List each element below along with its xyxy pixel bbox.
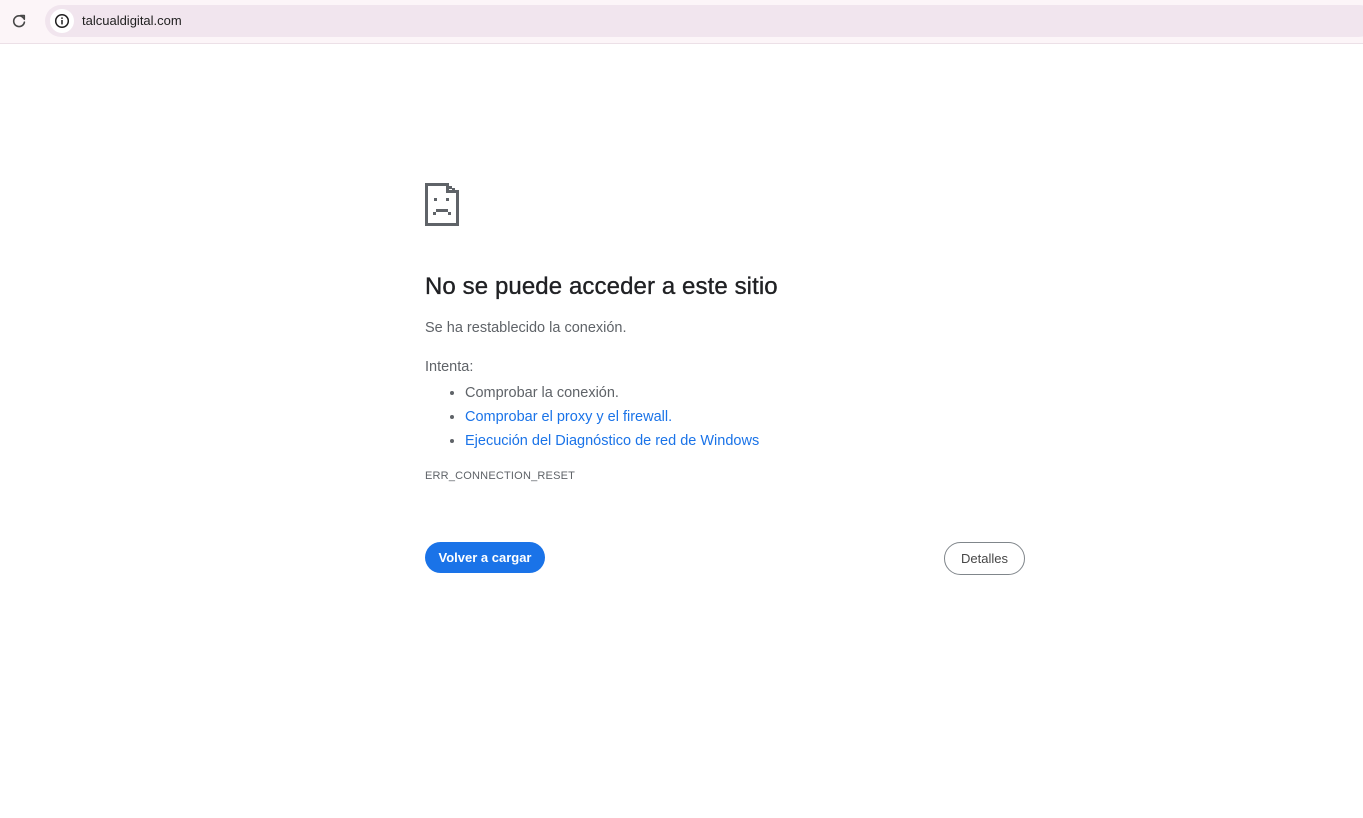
error-summary: Se ha restablecido la conexión. xyxy=(425,320,627,336)
error-heading: No se puede acceder a este sitio xyxy=(425,273,778,300)
suggestion-check-proxy-firewall: Comprobar el proxy y el firewall. xyxy=(465,405,1025,429)
network-diagnostics-link[interactable]: Ejecución del Diagnóstico de red de Wind… xyxy=(465,433,759,449)
sad-page-icon xyxy=(425,183,459,226)
info-icon xyxy=(54,13,70,29)
suggestion-network-diagnostics: Ejecución del Diagnóstico de red de Wind… xyxy=(465,429,1025,453)
error-code: ERR_CONNECTION_RESET xyxy=(425,470,576,482)
suggestions-list: Comprobar la conexión. Comprobar el prox… xyxy=(425,381,1025,453)
check-proxy-firewall-link[interactable]: Comprobar el proxy y el firewall. xyxy=(465,409,672,425)
reload-icon xyxy=(12,14,26,28)
error-content: No se puede acceder a este sitio Se ha r… xyxy=(425,183,1025,484)
address-bar[interactable]: talcualdigital.com xyxy=(45,5,1363,37)
details-button[interactable]: Detalles xyxy=(944,542,1025,575)
suggestion-check-connection: Comprobar la conexión. xyxy=(465,381,1025,405)
url-text[interactable]: talcualdigital.com xyxy=(82,13,182,29)
suggestion-text: Comprobar la conexión. xyxy=(465,385,619,401)
site-info-button[interactable] xyxy=(50,9,74,33)
browser-reload-button[interactable] xyxy=(6,8,32,34)
reload-page-button[interactable]: Volver a cargar xyxy=(425,542,545,573)
browser-toolbar: talcualdigital.com xyxy=(0,0,1363,44)
try-label: Intenta: xyxy=(425,359,474,375)
